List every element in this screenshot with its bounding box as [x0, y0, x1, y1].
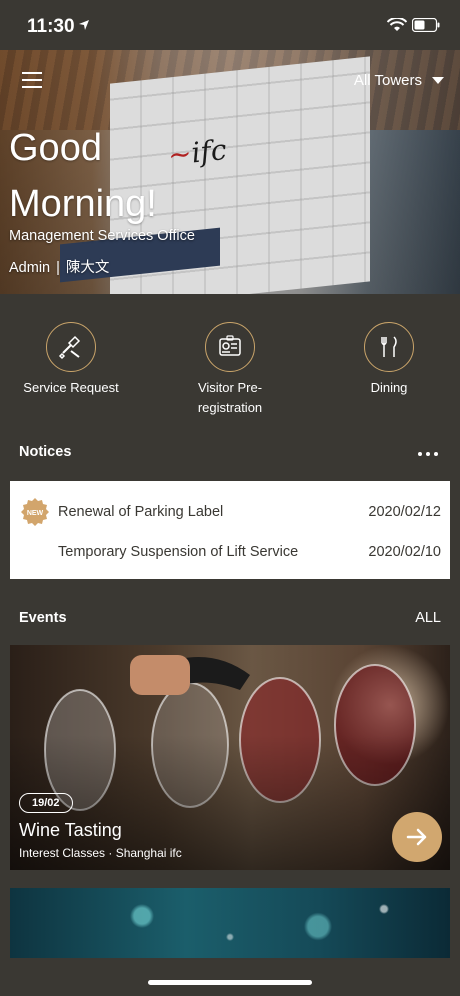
user-info: Admin | 陳大文 [9, 260, 110, 276]
status-time: 11:30 [27, 16, 75, 37]
wifi-icon [387, 18, 407, 31]
tools-icon [46, 322, 96, 372]
event-card[interactable] [10, 888, 450, 958]
quick-actions: Service Request Visitor Pre-registration… [0, 322, 460, 422]
visitor-card-icon [205, 322, 255, 372]
tower-selector[interactable]: All Towers [354, 72, 444, 89]
arrow-right-icon[interactable] [392, 812, 442, 862]
greeting-text: Good Morning! [9, 127, 157, 225]
event-date-badge: 19/02 [19, 793, 73, 813]
quick-action-label: Visitor Pre-registration [197, 380, 263, 415]
hero-banner: ~ifc All Towers Good Morning! Management… [0, 50, 460, 294]
notices-list: NEW Renewal of Parking Label 2020/02/12 … [10, 481, 450, 579]
more-options-icon[interactable] [418, 452, 438, 456]
user-role: Admin [9, 260, 51, 276]
event-title: Wine Tasting [19, 820, 122, 840]
notice-date: 2020/02/12 [368, 504, 441, 520]
quick-action-label: Service Request [23, 380, 119, 395]
notice-item[interactable]: Temporary Suspension of Lift Service 202… [10, 532, 450, 572]
user-name: 陳大文 [65, 260, 110, 276]
event-card[interactable]: 19/02 Wine Tasting Interest Classes · Sh… [10, 645, 450, 870]
hamburger-menu-icon[interactable] [22, 72, 44, 88]
location-arrow-icon [79, 20, 89, 30]
tower-selector-label: All Towers [353, 72, 422, 89]
office-name: Management Services Office [9, 228, 195, 244]
fork-knife-icon [364, 322, 414, 372]
events-all-link[interactable]: ALL [415, 610, 441, 626]
events-title: Events [19, 610, 67, 626]
new-badge-icon: NEW [21, 498, 49, 526]
caret-down-icon [432, 77, 444, 84]
notice-title: Renewal of Parking Label [58, 504, 224, 520]
quick-action-label: Dining [370, 380, 408, 395]
event-meta: Interest Classes · Shanghai ifc [19, 846, 182, 860]
svg-text:NEW: NEW [27, 510, 44, 517]
battery-icon [412, 18, 440, 32]
notices-title: Notices [19, 444, 72, 460]
quick-action-visitor-preregistration[interactable]: Visitor Pre-registration [170, 322, 290, 418]
notice-title: Temporary Suspension of Lift Service [58, 544, 299, 560]
quick-action-dining[interactable]: Dining [329, 322, 449, 398]
status-bar: 11:30 [0, 0, 460, 50]
notice-item[interactable]: NEW Renewal of Parking Label 2020/02/12 [10, 492, 450, 532]
home-indicator[interactable] [148, 980, 312, 985]
notice-date: 2020/02/10 [368, 544, 441, 560]
quick-action-service-request[interactable]: Service Request [11, 322, 131, 398]
